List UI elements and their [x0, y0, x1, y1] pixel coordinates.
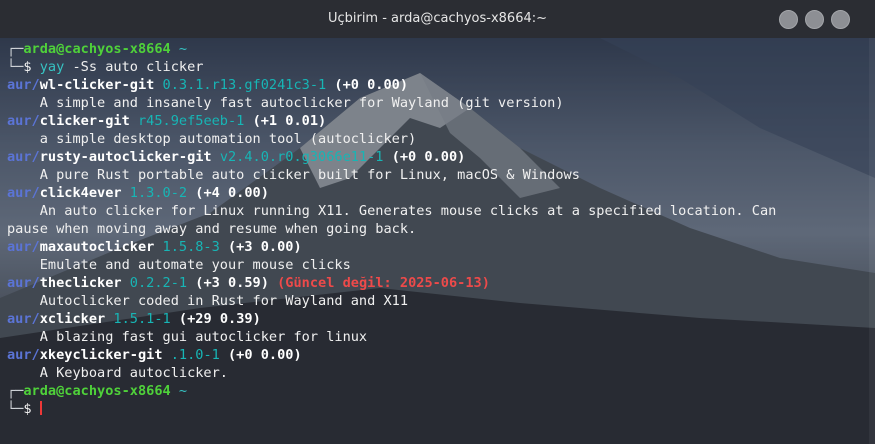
package-votes: (+1 0.01): [252, 113, 327, 129]
package-version: v2.4.0.r0.g3066e11-1: [219, 149, 384, 165]
package-description: A blazing fast gui autoclicker for linux: [7, 328, 869, 346]
package-repo: aur/: [7, 149, 40, 165]
command-name: yay: [39, 59, 65, 75]
package-votes: (+0 0.00): [228, 347, 302, 363]
package-name: xkeyclicker-git: [39, 347, 163, 363]
package-repo: aur/: [7, 275, 40, 291]
package-outdated-badge: (Güncel değil: 2025-06-13): [277, 275, 490, 291]
package-name: click4ever: [39, 185, 122, 201]
package-version: r45.9ef5eeb-1: [137, 113, 245, 129]
scrollbar[interactable]: [869, 38, 875, 444]
description-text: A Keyboard autoclicker.: [39, 365, 228, 381]
package-header: aur/maxautoclicker 1.5.8-3 (+3 0.00): [7, 238, 869, 256]
package-name: xclicker: [39, 311, 106, 327]
package-header: aur/rusty-autoclicker-git v2.4.0.r0.g306…: [7, 148, 869, 166]
description-text: An auto clicker for Linux running X11. G…: [39, 203, 777, 219]
package-name: rusty-autoclicker-git: [39, 149, 212, 165]
package-version: 1.5.1-1: [113, 311, 171, 327]
package-header: aur/wl-clicker-git 0.3.1.r13.gf0241c3-1 …: [7, 76, 869, 94]
terminal-output[interactable]: ┌─arda@cachyos-x8664 ~ └─$ yay -Ss auto …: [7, 40, 869, 418]
prompt-user-host: arda@cachyos-x8664: [23, 41, 171, 57]
package-version: 1.3.0-2: [129, 185, 188, 201]
description-text: Emulate and automate your mouse clicks: [39, 257, 351, 273]
package-repo: aur/: [7, 113, 40, 129]
prompt-user-host: arda@cachyos-x8664: [23, 383, 171, 399]
package-description: An auto clicker for Linux running X11. G…: [7, 202, 869, 220]
package-header: aur/clicker-git r45.9ef5eeb-1 (+1 0.01): [7, 112, 869, 130]
package-repo: aur/: [7, 77, 40, 93]
description-text: A blazing fast gui autoclicker for linux: [39, 329, 368, 345]
package-votes: (+0 0.00): [334, 77, 409, 93]
package-header: aur/xkeyclicker-git .1.0-1 (+0 0.00): [7, 346, 869, 364]
command-line: └─$ yay -Ss auto clicker: [7, 59, 204, 75]
package-description: A Keyboard autoclicker.: [7, 364, 869, 382]
prompt-dollar: $: [23, 401, 32, 417]
package-name: wl-clicker-git: [39, 77, 155, 93]
description-text: a simple desktop automation tool (autocl…: [39, 131, 417, 147]
package-name: maxautoclicker: [39, 239, 155, 255]
prompt-cwd: ~: [178, 41, 188, 57]
prompt-line-1: ┌─arda@cachyos-x8664 ~: [7, 41, 188, 57]
package-description: Emulate and automate your mouse clicks: [7, 256, 869, 274]
package-repo: aur/: [7, 239, 40, 255]
package-votes: (+3 0.00): [228, 239, 302, 255]
package-version: 0.3.1.r13.gf0241c3-1: [162, 77, 327, 93]
package-version: 1.5.8-3: [162, 239, 220, 255]
package-votes: (+29 0.39): [178, 311, 261, 327]
package-votes: (+4 0.00): [195, 185, 269, 201]
package-description: A pure Rust portable auto clicker built …: [7, 166, 869, 184]
package-version: 0.2.2-1: [129, 275, 188, 291]
input-line[interactable]: └─$: [7, 400, 869, 418]
package-repo: aur/: [7, 311, 40, 327]
window-title: Uçbirim - arda@cachyos-x8664:~: [327, 11, 548, 26]
description-text: Autoclicker coded in Rust for Wayland an…: [39, 293, 409, 309]
package-name: clicker-git: [39, 113, 130, 129]
window-titlebar[interactable]: Uçbirim - arda@cachyos-x8664:~: [0, 0, 875, 39]
prompt-line-2: ┌─arda@cachyos-x8664 ~: [7, 383, 188, 399]
package-votes: (+3 0.59): [195, 275, 269, 291]
close-button[interactable]: [831, 10, 850, 29]
package-description: Autoclicker coded in Rust for Wayland an…: [7, 292, 869, 310]
description-text: A pure Rust portable auto clicker built …: [39, 167, 580, 183]
package-header: aur/xclicker 1.5.1-1 (+29 0.39): [7, 310, 869, 328]
package-repo: aur/: [7, 347, 40, 363]
package-votes: (+0 0.00): [391, 149, 466, 165]
description-text: A simple and insanely fast autoclicker f…: [39, 95, 564, 111]
package-repo: aur/: [7, 185, 40, 201]
package-description: A simple and insanely fast autoclicker f…: [7, 94, 869, 112]
minimize-button[interactable]: [779, 10, 798, 29]
package-description: a simple desktop automation tool (autocl…: [7, 130, 869, 148]
text-cursor: [39, 401, 42, 415]
package-header: aur/click4ever 1.3.0-2 (+4 0.00): [7, 184, 869, 202]
description-text: pause when moving away and resume when g…: [7, 221, 417, 237]
prompt-dollar: $: [23, 59, 32, 75]
maximize-button[interactable]: [805, 10, 824, 29]
package-version: .1.0-1: [170, 347, 220, 363]
package-name: theclicker: [39, 275, 122, 291]
package-description-continued: pause when moving away and resume when g…: [7, 220, 869, 238]
command-args: -Ss auto clicker: [72, 59, 204, 75]
package-header: aur/theclicker 0.2.2-1 (+3 0.59) (Güncel…: [7, 274, 869, 292]
prompt-cwd: ~: [178, 383, 188, 399]
